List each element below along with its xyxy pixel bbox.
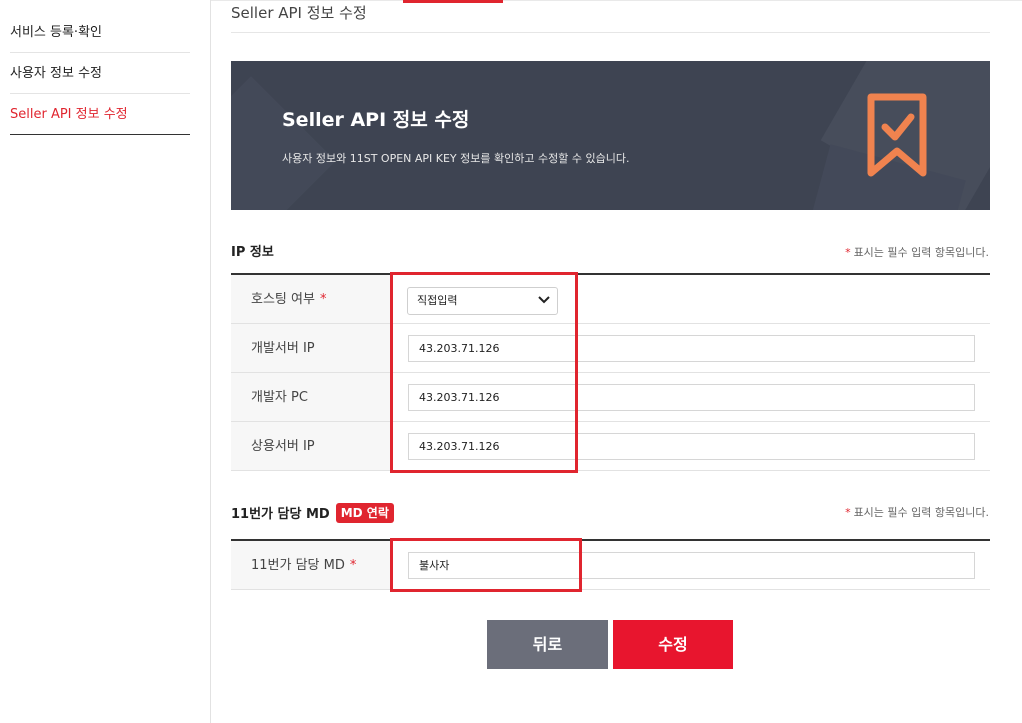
required-note: * 표시는 필수 입력 항목입니다. [845,246,989,259]
prod-server-row: 상용서버 IP 43.203.71.126 [231,422,990,471]
dev-server-ip-input[interactable]: 43.203.71.126 [408,335,975,362]
prod-server-ip-input[interactable]: 43.203.71.126 [408,433,975,460]
top-divider [210,0,1022,1]
top-nav-active-indicator [403,0,503,3]
banner-description: 사용자 정보와 11ST OPEN API KEY 정보를 확인하고 수정할 수… [282,152,630,165]
info-banner: Seller API 정보 수정 사용자 정보와 11ST OPEN API K… [231,61,990,210]
dev-server-label: 개발서버 IP [231,324,390,372]
chevron-down-icon [538,296,550,304]
page-title: Seller API 정보 수정 [231,4,367,22]
dev-server-row: 개발서버 IP 43.203.71.126 [231,324,990,373]
md-label: 11번가 담당 MD * [231,541,390,589]
sidebar-item-user-info[interactable]: 사용자 정보 수정 [10,53,190,94]
required-note-md: * 표시는 필수 입력 항목입니다. [845,506,989,519]
sidebar-item-seller-api[interactable]: Seller API 정보 수정 [10,94,190,135]
hosting-select[interactable]: 직접입력 [407,287,558,315]
back-button[interactable]: 뒤로 [487,620,608,669]
hosting-row: 호스팅 여부 * 직접입력 [231,275,990,324]
bookmark-check-icon [867,93,927,177]
hosting-label: 호스팅 여부 * [231,275,390,323]
dev-pc-row: 개발자 PC 43.203.71.126 [231,373,990,422]
sidebar: 서비스 등록·확인 사용자 정보 수정 Seller API 정보 수정 [0,0,211,723]
md-input[interactable]: 불사자 [408,552,975,579]
submit-button[interactable]: 수정 [613,620,733,669]
md-row: 11번가 담당 MD * 불사자 [231,541,990,590]
banner-title: Seller API 정보 수정 [282,109,470,131]
md-form-table: 11번가 담당 MD * 불사자 [231,539,990,590]
title-divider [231,32,990,33]
dev-pc-label: 개발자 PC [231,373,390,421]
prod-server-label: 상용서버 IP [231,422,390,470]
ip-form-table: 호스팅 여부 * 직접입력 개발서버 IP 43.203.71.126 개발자 P… [231,273,990,471]
sidebar-item-service-registration[interactable]: 서비스 등록·확인 [10,12,190,53]
ip-section-title: IP 정보 [231,245,274,260]
md-section-title: 11번가 담당 MD MD 연락 [231,503,394,523]
dev-pc-ip-input[interactable]: 43.203.71.126 [408,384,975,411]
md-contact-button[interactable]: MD 연락 [335,503,394,523]
